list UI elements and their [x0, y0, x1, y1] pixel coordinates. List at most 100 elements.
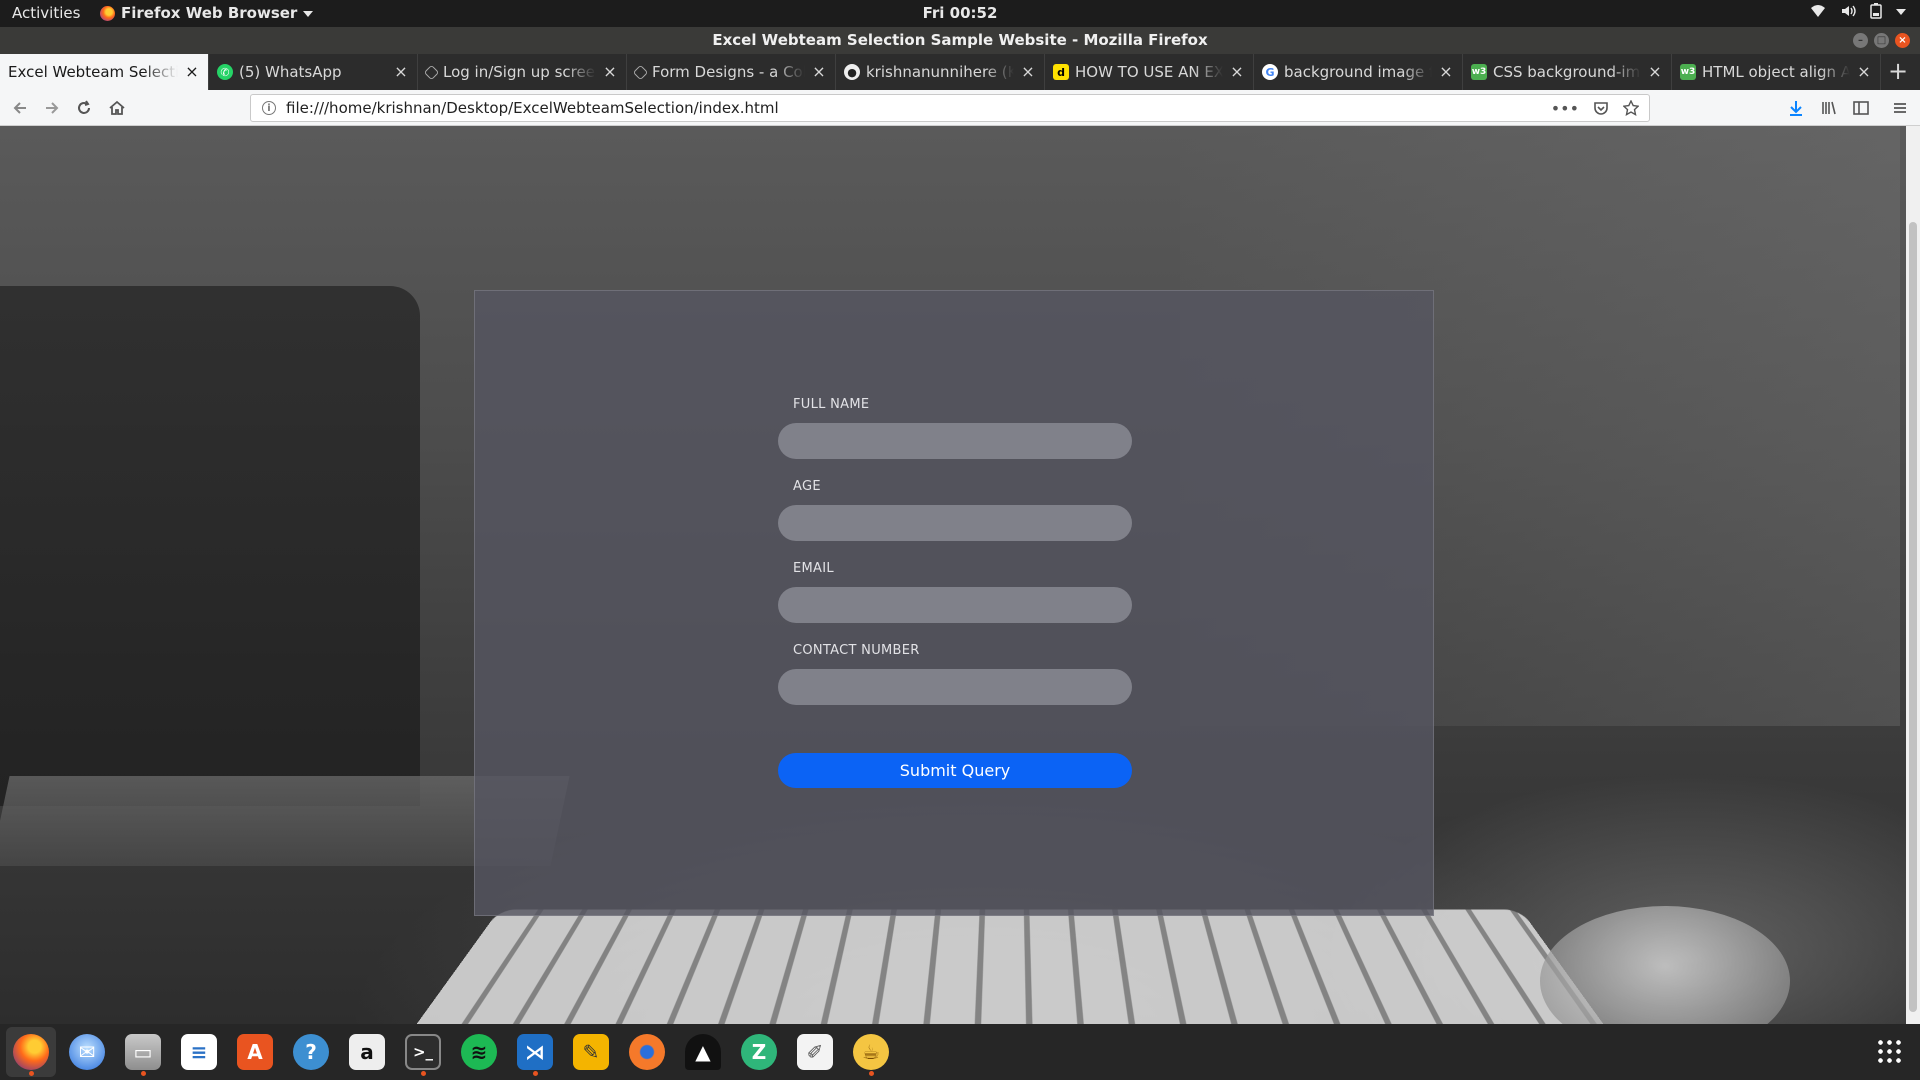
full-name-input[interactable]: [778, 423, 1132, 459]
close-window-button[interactable]: ×: [1895, 33, 1910, 48]
dock-writer[interactable]: ≡: [174, 1027, 224, 1077]
library-icon: [1822, 101, 1836, 115]
info-icon[interactable]: i: [262, 101, 276, 115]
wifi-icon: [1811, 5, 1825, 17]
email-label: EMAIL: [793, 561, 834, 576]
firefox-icon: [13, 1034, 49, 1070]
tab-how-to-use[interactable]: d HOW TO USE AN EXTE ×: [1045, 54, 1254, 90]
page-scrollbar[interactable]: [1906, 126, 1920, 1024]
scrollbar-thumb[interactable]: [1909, 222, 1917, 1012]
tab-excel-webteam[interactable]: Excel Webteam Selection ×: [0, 54, 209, 90]
tab-google-search[interactable]: G background image for ×: [1254, 54, 1463, 90]
vscode-icon: ⋊: [517, 1034, 553, 1070]
dock-blender[interactable]: [622, 1027, 672, 1077]
url-bar[interactable]: i file:///home/krishnan/Desktop/ExcelWeb…: [250, 94, 1650, 122]
blender-icon: [629, 1034, 665, 1070]
close-tab-icon[interactable]: ×: [1856, 64, 1872, 80]
tab-github[interactable]: ● krishnanunnihere (Kris ×: [836, 54, 1045, 90]
email-input[interactable]: [778, 587, 1132, 623]
genie-icon: ☕: [853, 1034, 889, 1070]
dock-spotify[interactable]: ≋: [454, 1027, 504, 1077]
full-name-label: FULL NAME: [793, 397, 870, 412]
dock-firefox[interactable]: [6, 1027, 56, 1077]
github-icon: ●: [844, 64, 860, 80]
library-button[interactable]: [1817, 96, 1841, 120]
arrow-right-icon: [46, 102, 59, 114]
dock-software[interactable]: A: [230, 1027, 280, 1077]
tab-label: HTML object align Att: [1702, 63, 1850, 81]
reload-icon: [78, 100, 90, 114]
firefox-icon: [100, 5, 115, 21]
dock-amazon[interactable]: a: [342, 1027, 392, 1077]
zeal-icon: Z: [741, 1034, 777, 1070]
codepen-icon: [632, 64, 649, 80]
tab-label: krishnanunnihere (Kris: [866, 63, 1014, 81]
hamburger-menu-icon: [1894, 103, 1906, 113]
dock-zeal[interactable]: Z: [734, 1027, 784, 1077]
amazon-icon: a: [349, 1034, 385, 1070]
tab-form-designs[interactable]: Form Designs - a Colle ×: [627, 54, 836, 90]
home-button[interactable]: [105, 96, 129, 120]
google-icon: G: [1262, 64, 1278, 80]
registration-form: FULL NAME AGE EMAIL CONTACT NUMBER Submi…: [474, 290, 1434, 916]
arrow-left-icon: [13, 102, 26, 114]
tab-whatsapp[interactable]: ✆ (5) WhatsApp ×: [209, 54, 418, 90]
back-button[interactable]: [8, 96, 32, 120]
battery-icon: [1870, 3, 1882, 19]
tab-label: HOW TO USE AN EXTE: [1075, 63, 1223, 81]
url-text[interactable]: file:///home/krishnan/Desktop/ExcelWebte…: [286, 99, 1551, 117]
dock: ✉ ▭ ≡ A ? a >_ ≋ ⋊ ✎ ▲ Z ✐ ☕: [0, 1024, 1920, 1080]
close-tab-icon[interactable]: ×: [811, 64, 827, 80]
download-icon: [1790, 101, 1802, 116]
inkscape-icon: ▲: [685, 1034, 721, 1070]
dock-inkscape[interactable]: ▲: [678, 1027, 728, 1077]
close-tab-icon[interactable]: ×: [1438, 64, 1454, 80]
dock-text-editor[interactable]: ✐: [790, 1027, 840, 1077]
tab-html-object-align[interactable]: w3 HTML object align Att ×: [1672, 54, 1881, 90]
contact-number-input[interactable]: [778, 669, 1132, 705]
dock-help[interactable]: ?: [286, 1027, 336, 1077]
tab-label: (5) WhatsApp: [239, 63, 342, 81]
files-icon: ▭: [125, 1034, 161, 1070]
age-input[interactable]: [778, 505, 1132, 541]
page-actions-icon[interactable]: •••: [1551, 99, 1579, 118]
downloads-button[interactable]: [1784, 96, 1808, 120]
maximize-button[interactable]: □: [1874, 33, 1889, 48]
whatsapp-icon: ✆: [217, 64, 233, 80]
new-tab-button[interactable]: +: [1881, 54, 1915, 90]
close-tab-icon[interactable]: ×: [393, 64, 409, 80]
dock-sublime[interactable]: ✎: [566, 1027, 616, 1077]
dock-thunderbird[interactable]: ✉: [62, 1027, 112, 1077]
dock-terminal[interactable]: >_: [398, 1027, 448, 1077]
dock-vscode[interactable]: ⋊: [510, 1027, 560, 1077]
dock-genie[interactable]: ☕: [846, 1027, 896, 1077]
minimize-button[interactable]: –: [1853, 33, 1868, 48]
submit-button[interactable]: Submit Query: [778, 753, 1132, 788]
running-indicator: [421, 1071, 426, 1076]
menu-button[interactable]: [1888, 96, 1912, 120]
close-tab-icon[interactable]: ×: [1647, 64, 1663, 80]
navigation-toolbar: i file:///home/krishnan/Desktop/ExcelWeb…: [0, 90, 1920, 126]
dock-files[interactable]: ▭: [118, 1027, 168, 1077]
close-tab-icon[interactable]: ×: [184, 64, 200, 80]
close-tab-icon[interactable]: ×: [1020, 64, 1036, 80]
reload-button[interactable]: [72, 96, 96, 120]
contact-number-field: CONTACT NUMBER: [778, 643, 1132, 705]
activities-button[interactable]: Activities: [12, 4, 80, 22]
pocket-icon[interactable]: [1593, 100, 1609, 116]
forward-button[interactable]: [40, 96, 64, 120]
tab-strip: Excel Webteam Selection × ✆ (5) WhatsApp…: [0, 54, 1920, 90]
show-applications-icon[interactable]: [1876, 1038, 1902, 1064]
tab-css-background[interactable]: w3 CSS background-imag ×: [1463, 54, 1672, 90]
close-tab-icon[interactable]: ×: [1229, 64, 1245, 80]
system-tray[interactable]: [1810, 3, 1906, 19]
window-title-bar[interactable]: Excel Webteam Selection Sample Website -…: [0, 27, 1920, 54]
close-tab-icon[interactable]: ×: [602, 64, 618, 80]
email-field: EMAIL: [778, 561, 1132, 623]
bookmark-star-icon[interactable]: [1623, 100, 1639, 116]
chevron-down-icon: [303, 11, 314, 17]
app-menu-button[interactable]: Firefox Web Browser: [100, 4, 314, 22]
home-icon: [109, 100, 125, 115]
sidebar-button[interactable]: [1849, 96, 1873, 120]
tab-login-signup[interactable]: Log in/Sign up screen ×: [418, 54, 627, 90]
